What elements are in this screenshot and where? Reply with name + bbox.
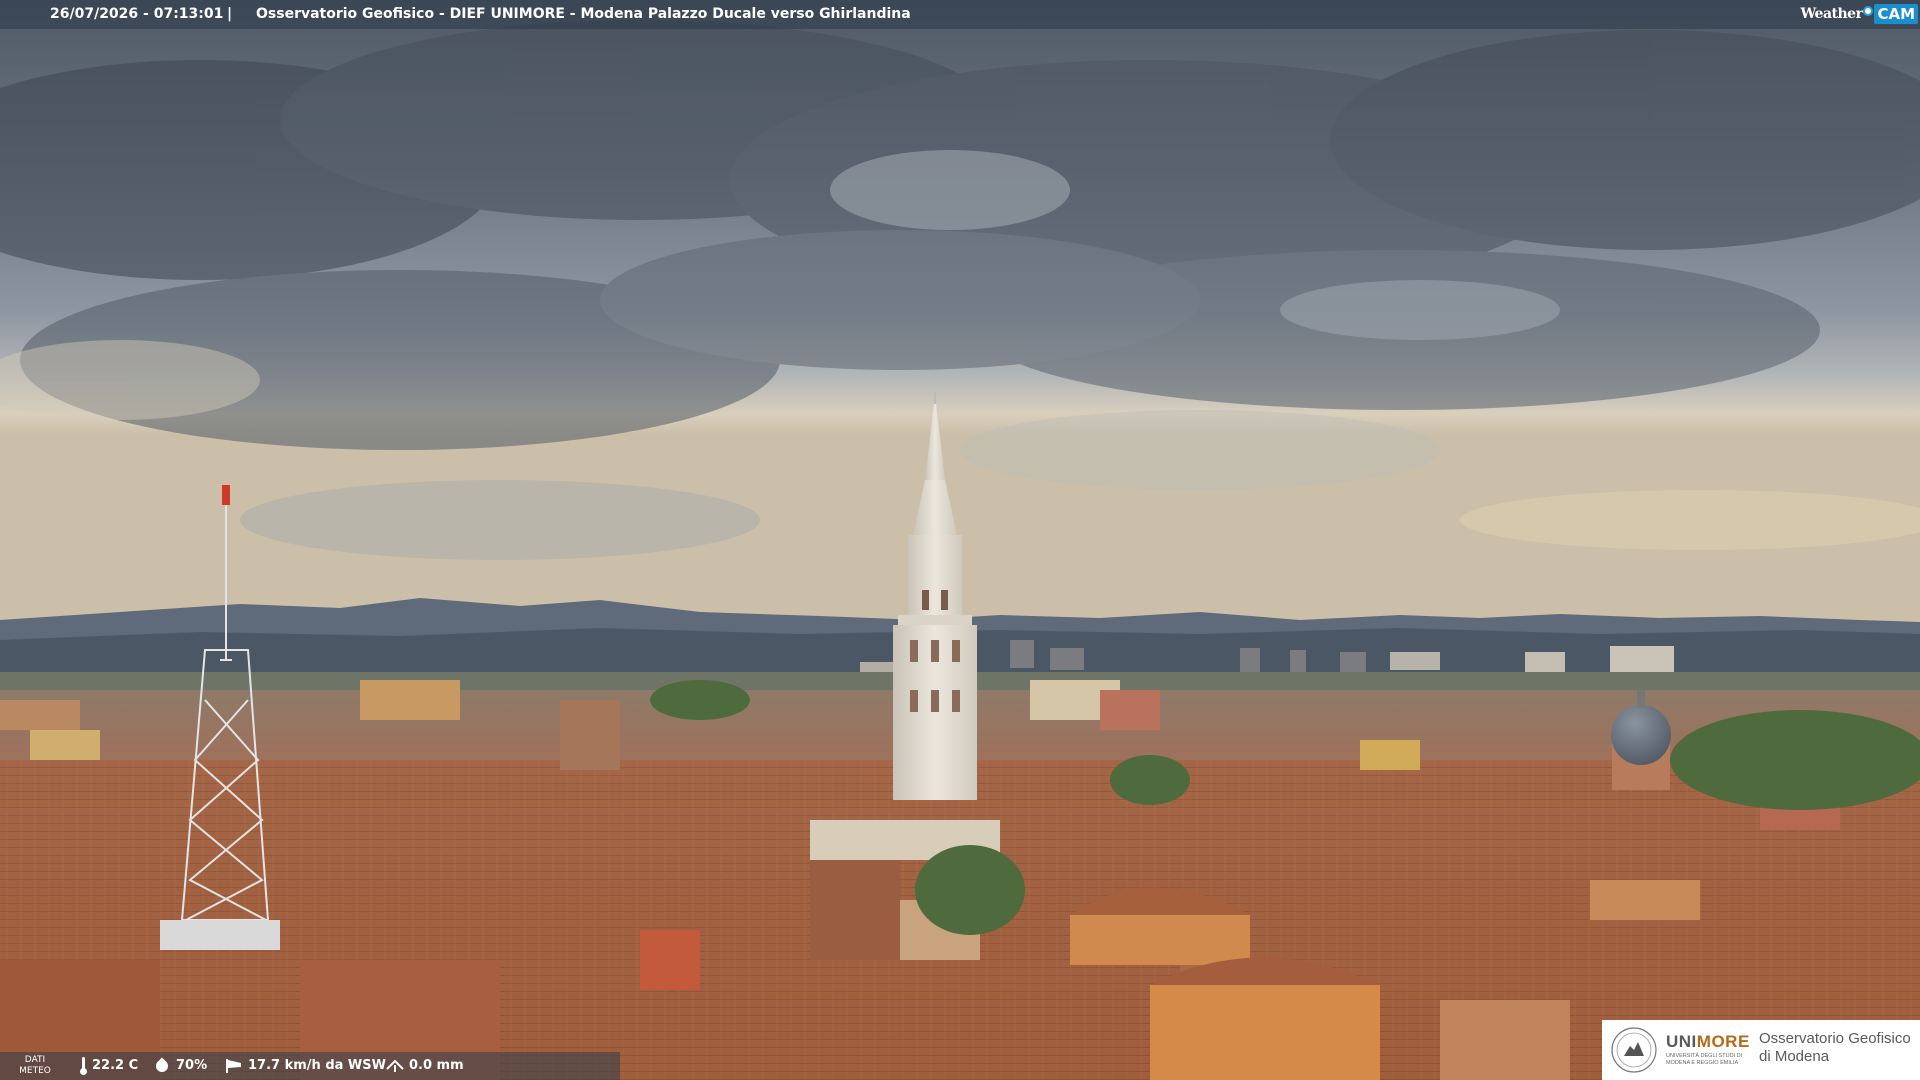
observatory-name: Osservatorio Geofisico di Modena xyxy=(1759,1030,1911,1066)
observatory-name-line2: di Modena xyxy=(1759,1048,1830,1065)
humidity-value: 70% xyxy=(176,1058,208,1073)
unimore-observatory-logo: UNIMORE UNIVERSITÀ DEGLI STUDI DI MODENA… xyxy=(1602,1020,1920,1080)
humidity-reading: 70% xyxy=(153,1052,208,1080)
university-seal-icon xyxy=(1611,1027,1657,1073)
rain-value: 0.0 mm xyxy=(409,1058,464,1073)
wind-sock-icon xyxy=(225,1058,243,1074)
weathercam-dot-icon xyxy=(1863,6,1874,16)
camera-title: Osservatorio Geofisico - DIEF UNIMORE - … xyxy=(256,6,911,22)
weather-data-label: DATI METEO xyxy=(12,1055,58,1077)
webcam-image xyxy=(0,0,1920,1080)
temperature-value: 22.2 C xyxy=(92,1058,139,1073)
humidity-drop-icon xyxy=(153,1057,171,1075)
weathercam-cam-text: CAM xyxy=(1874,4,1918,24)
unimore-subtitle-line1: UNIVERSITÀ DEGLI STUDI DI xyxy=(1666,1053,1743,1059)
unimore-wordmark: UNIMORE xyxy=(1666,1032,1750,1052)
rain-reading: 0.0 mm xyxy=(386,1052,464,1080)
header-separator: | xyxy=(227,6,233,22)
unimore-subtitle-line2: MODENA E REGGIO EMILIA xyxy=(1666,1060,1739,1066)
temperature-reading: 22.2 C xyxy=(80,1052,138,1080)
weather-data-bar: DATI METEO 22.2 C 70% 17.7 km/h da WSW 0… xyxy=(0,1052,620,1080)
header-bar: 26/07/2026 - 07:13:01 | Osservatorio Geo… xyxy=(0,0,1920,29)
thermometer-icon xyxy=(80,1057,87,1075)
observatory-name-line1: Osservatorio Geofisico xyxy=(1759,1030,1911,1047)
weathercam-weather-text: Weather xyxy=(1800,5,1863,22)
weather-data-label-line2: METEO xyxy=(19,1066,51,1076)
weather-data-label-line1: DATI xyxy=(24,1055,46,1065)
wind-value: 17.7 km/h da WSW xyxy=(248,1058,386,1073)
unimore-prefix: UNI xyxy=(1666,1032,1697,1051)
timestamp: 26/07/2026 - 07:13:01 xyxy=(50,6,224,22)
unimore-subtitle: UNIVERSITÀ DEGLI STUDI DI MODENA E REGGI… xyxy=(1666,1053,1750,1067)
rain-gauge-icon xyxy=(386,1059,404,1073)
unimore-suffix: MORE xyxy=(1696,1032,1750,1051)
weathercam-logo: Weather CAM xyxy=(1800,3,1918,25)
wind-reading: 17.7 km/h da WSW xyxy=(225,1052,386,1080)
